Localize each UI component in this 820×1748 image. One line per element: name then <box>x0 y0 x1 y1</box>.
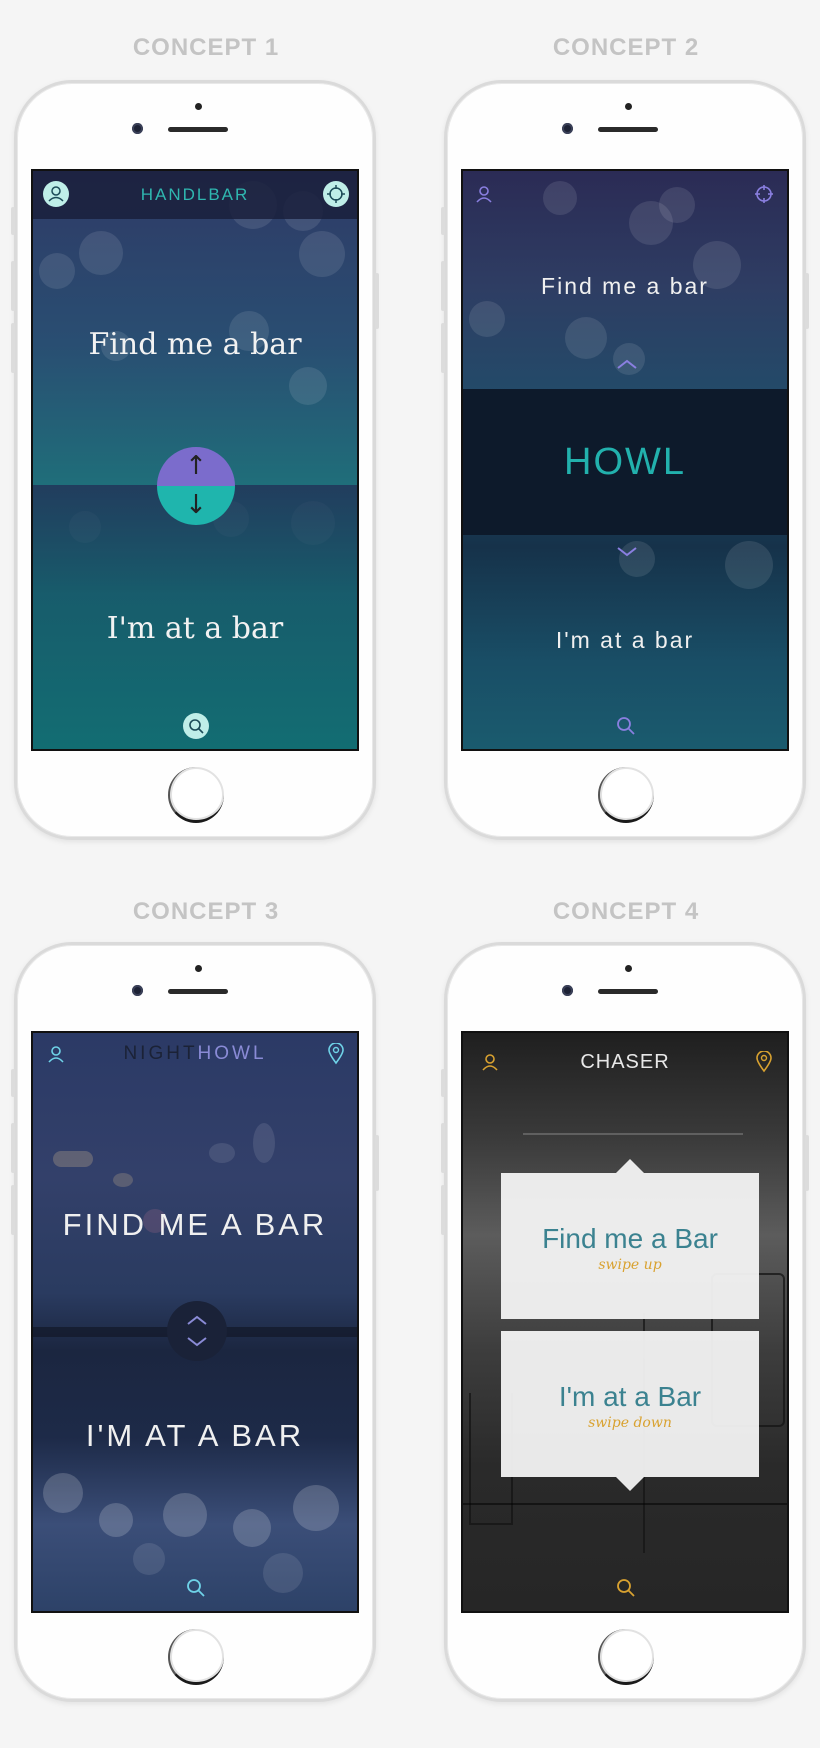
chevron-down-icon[interactable] <box>615 545 639 559</box>
home-button[interactable] <box>598 767 654 823</box>
location-pin-icon[interactable] <box>755 1051 773 1073</box>
home-button[interactable] <box>168 1629 224 1685</box>
phone-concept-2: Find me a bar HOWL I'm at a bar <box>441 80 809 840</box>
concept-3-title: CONCEPT 3 <box>132 898 280 925</box>
home-button[interactable] <box>598 1629 654 1685</box>
swipe-up-hint: swipe up <box>598 1257 662 1273</box>
concept-2-title: CONCEPT 2 <box>552 34 700 61</box>
chevron-down-icon <box>185 1335 209 1349</box>
find-me-a-bar-option[interactable]: Find me a bar <box>33 327 357 362</box>
screen-concept-1: HANDLBAR Find me a bar ↑ ↓ I'm at a bar <box>31 169 359 751</box>
app-brand: NIGHTHOWL <box>123 1043 267 1064</box>
app-brand: HOWL <box>564 441 686 483</box>
phone-concept-4: CHASER Find me a Bar swipe up I'm at a B… <box>441 942 809 1702</box>
concept-4-title: CONCEPT 4 <box>552 898 700 925</box>
home-button[interactable] <box>168 767 224 823</box>
im-at-a-bar-card[interactable]: I'm at a Bar swipe down <box>501 1331 759 1477</box>
im-at-a-bar-option[interactable]: I'm at a bar <box>463 627 787 654</box>
user-icon[interactable] <box>473 183 495 205</box>
screen-concept-4: CHASER Find me a Bar swipe up I'm at a B… <box>461 1031 789 1613</box>
app-brand: HANDLBAR <box>140 185 250 204</box>
concept-1-title: CONCEPT 1 <box>132 34 280 61</box>
crosshair-icon[interactable] <box>753 183 775 205</box>
find-me-a-bar-option[interactable]: Find me a bar <box>463 273 787 300</box>
up-arrow-icon: ↑ <box>185 451 207 481</box>
swipe-toggle[interactable] <box>167 1301 227 1361</box>
phone-concept-1: HANDLBAR Find me a bar ↑ ↓ I'm at a bar <box>11 80 379 840</box>
phone-concept-3: NIGHTHOWL FIND ME A BAR I'M AT A BAR <box>11 942 379 1702</box>
im-at-a-bar-option[interactable]: I'M AT A BAR <box>33 1418 357 1454</box>
find-me-a-bar-card[interactable]: Find me a Bar swipe up <box>501 1173 759 1319</box>
find-me-a-bar-option[interactable]: FIND ME A BAR <box>33 1207 357 1243</box>
settings-icon[interactable] <box>323 181 349 207</box>
search-icon[interactable] <box>183 713 209 739</box>
screen-concept-3: NIGHTHOWL FIND ME A BAR I'M AT A BAR <box>31 1031 359 1613</box>
chevron-up-icon[interactable] <box>615 357 639 371</box>
screen-concept-2: Find me a bar HOWL I'm at a bar <box>461 169 789 751</box>
im-at-a-bar-option[interactable]: I'm at a bar <box>33 611 357 646</box>
swipe-down-hint: swipe down <box>588 1415 672 1431</box>
search-icon[interactable] <box>615 715 637 737</box>
app-brand: CHASER <box>580 1051 670 1073</box>
location-pin-icon[interactable] <box>327 1043 345 1065</box>
swipe-toggle[interactable]: ↑ ↓ <box>157 447 235 525</box>
down-arrow-icon: ↓ <box>185 490 207 520</box>
search-icon[interactable] <box>185 1577 207 1599</box>
chevron-up-icon <box>185 1313 209 1327</box>
search-icon[interactable] <box>615 1577 637 1599</box>
find-me-a-bar-label: Find me a Bar <box>542 1223 718 1254</box>
im-at-a-bar-label: I'm at a Bar <box>558 1381 702 1412</box>
